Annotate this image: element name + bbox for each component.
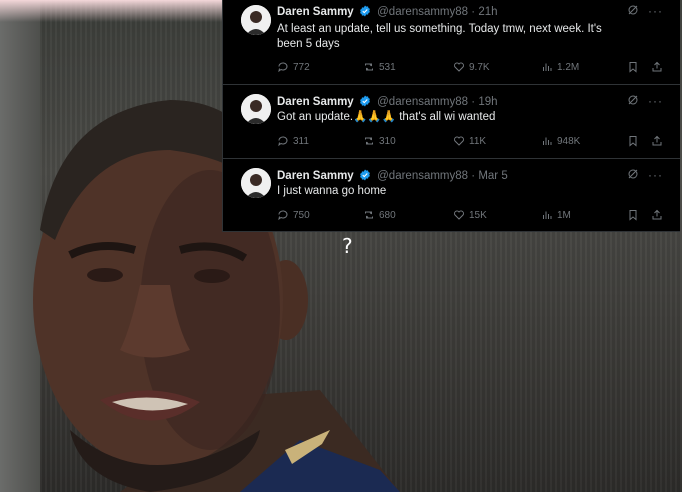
tweet-text: I just wanna go home	[277, 185, 387, 197]
views-icon	[543, 137, 552, 145]
views-button[interactable]: 948K	[541, 135, 580, 147]
tweet-actions: 772 531 9.7K 1.2M	[277, 61, 667, 77]
avatar[interactable]	[241, 168, 271, 198]
separator: ·	[471, 170, 476, 182]
tweet[interactable]: Daren Sammy @darensammy88 · 21h ··· At l…	[223, 0, 680, 85]
like-icon	[454, 210, 464, 220]
reply-button[interactable]: 311	[277, 135, 309, 147]
like-button[interactable]: 11K	[453, 135, 486, 147]
bookmark-icon	[629, 210, 637, 221]
share-icon	[652, 135, 662, 146]
tweet[interactable]: Daren Sammy @darensammy88 · 19h ··· Got …	[223, 85, 680, 159]
author-handle[interactable]: @darensammy88	[377, 96, 468, 108]
bookmark-button[interactable]	[627, 135, 639, 147]
repost-icon	[365, 211, 373, 219]
share-button[interactable]	[651, 209, 663, 221]
repost-icon	[365, 63, 373, 71]
like-count: 11K	[469, 135, 487, 147]
repost-count: 680	[379, 209, 396, 221]
reply-count: 772	[293, 61, 310, 73]
like-count: 15K	[469, 209, 487, 221]
repost-button[interactable]: 680	[363, 209, 396, 221]
share-icon	[652, 61, 662, 72]
reply-icon	[278, 136, 288, 147]
author-handle[interactable]: @darensammy88	[377, 170, 468, 182]
avatar[interactable]	[241, 5, 271, 35]
grok-icon[interactable]	[627, 94, 639, 109]
author-name[interactable]: Daren Sammy	[277, 170, 354, 182]
tweet-text: At least an update, tell us something. T…	[277, 23, 602, 50]
verified-badge-icon	[359, 169, 371, 184]
author-name[interactable]: Daren Sammy	[277, 96, 354, 108]
avatar[interactable]	[241, 94, 271, 124]
tweet-header: Daren Sammy @darensammy88 · Mar 5	[277, 169, 508, 184]
tweet[interactable]: Daren Sammy @darensammy88 · Mar 5 ··· I …	[223, 159, 680, 231]
tweet-panel: Daren Sammy @darensammy88 · 21h ··· At l…	[222, 0, 680, 232]
share-button[interactable]	[651, 61, 663, 73]
bookmark-icon	[629, 62, 637, 73]
like-icon	[454, 136, 464, 146]
reply-button[interactable]: 772	[277, 61, 310, 73]
author-handle[interactable]: @darensammy88	[377, 6, 468, 18]
more-icon[interactable]: ···	[648, 4, 663, 18]
repost-count: 531	[379, 61, 396, 73]
question-mark: ?	[342, 234, 353, 258]
tweet-text: Got an update.🙏🙏🙏 that's all wi wanted	[277, 111, 496, 123]
reply-icon	[278, 62, 288, 73]
views-count: 1.2M	[557, 61, 580, 73]
views-count: 948K	[557, 135, 581, 147]
views-icon	[543, 63, 552, 71]
tweet-header: Daren Sammy @darensammy88 · 21h	[277, 5, 498, 20]
reply-count: 311	[293, 135, 309, 147]
share-icon	[652, 209, 662, 220]
grok-icon[interactable]	[627, 4, 639, 19]
like-icon	[454, 62, 464, 72]
author-name[interactable]: Daren Sammy	[277, 6, 354, 18]
repost-button[interactable]: 310	[363, 135, 396, 147]
repost-button[interactable]: 531	[363, 61, 396, 73]
separator: ·	[471, 6, 476, 18]
like-count: 9.7K	[469, 61, 490, 73]
bookmark-button[interactable]	[627, 61, 639, 73]
top-tint	[0, 0, 222, 22]
more-icon[interactable]: ···	[648, 168, 663, 182]
reply-count: 750	[293, 209, 310, 221]
bookmark-icon	[629, 136, 637, 147]
right-margin	[682, 0, 696, 492]
views-button[interactable]: 1M	[541, 209, 571, 221]
repost-count: 310	[379, 135, 396, 147]
repost-icon	[365, 137, 373, 145]
like-button[interactable]: 15K	[453, 209, 487, 221]
reply-icon	[278, 210, 288, 221]
timestamp[interactable]: Mar 5	[478, 170, 507, 182]
grok-icon[interactable]	[627, 168, 639, 183]
share-button[interactable]	[651, 135, 663, 147]
reply-button[interactable]: 750	[277, 209, 310, 221]
tweet-actions: 311 310 11K 948K	[277, 135, 667, 151]
like-button[interactable]: 9.7K	[453, 61, 490, 73]
separator: ·	[471, 96, 476, 108]
verified-badge-icon	[359, 95, 371, 110]
views-count: 1M	[557, 209, 571, 221]
timestamp[interactable]: 19h	[478, 96, 497, 108]
bookmark-button[interactable]	[627, 209, 639, 221]
views-button[interactable]: 1.2M	[541, 61, 579, 73]
tweet-actions: 750 680 15K 1M	[277, 209, 667, 225]
views-icon	[543, 211, 552, 219]
tweet-header: Daren Sammy @darensammy88 · 19h	[277, 95, 498, 110]
verified-badge-icon	[359, 5, 371, 20]
more-icon[interactable]: ···	[648, 94, 663, 108]
timestamp[interactable]: 21h	[478, 6, 497, 18]
